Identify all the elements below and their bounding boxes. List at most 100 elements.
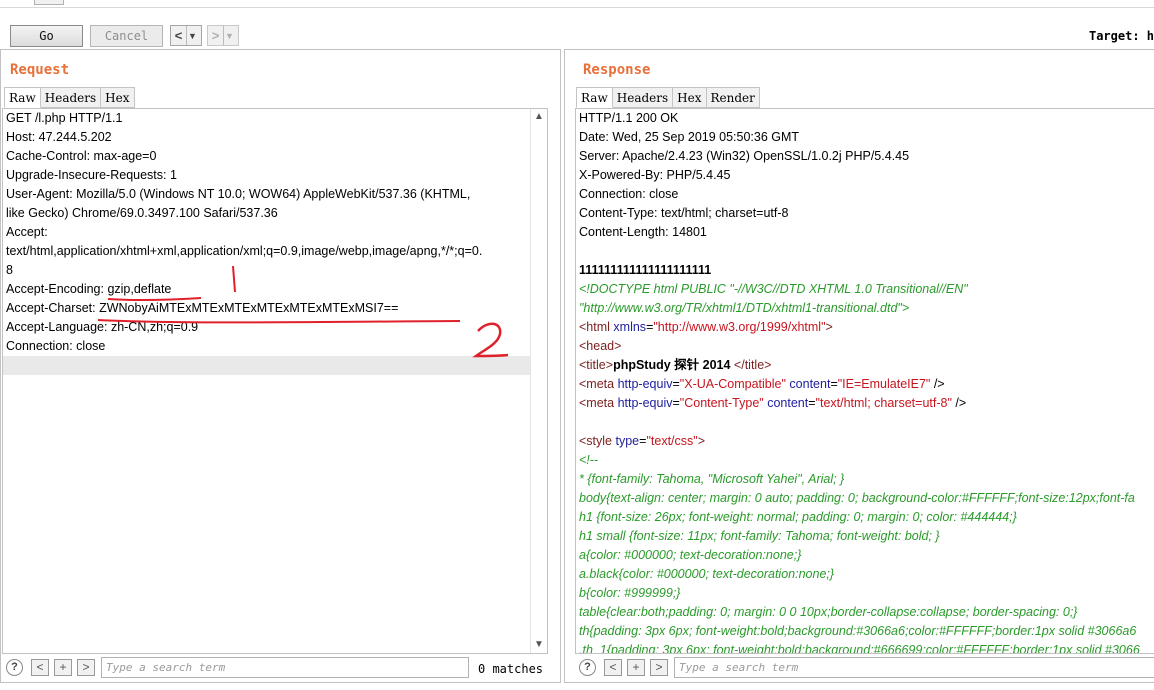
meta-attr: http-equiv [617,377,673,391]
response-header-line: Connection: close [579,187,679,201]
response-tab-raw[interactable]: Raw [576,87,613,108]
response-tab-render[interactable]: Render [706,87,760,108]
request-line[interactable]: Upgrade-Insecure-Requests: 1 [3,166,547,185]
style-val: "text/css" [646,434,698,448]
request-line[interactable]: Host: 47.244.5.202 [3,128,547,147]
response-editor[interactable]: HTTP/1.1 200 OK Date: Wed, 25 Sep 2019 0… [575,108,1154,654]
response-tab-hex[interactable]: Hex [673,87,707,108]
request-line[interactable]: GET /l.php HTTP/1.1 [3,109,547,128]
search-input[interactable]: Type a search term [101,657,469,678]
meta-attr: content [767,396,809,410]
search-prev-button[interactable]: < [31,659,49,676]
meta-val: "IE=EmulateIE7" [837,377,931,391]
html-attr: xmlns [613,320,647,334]
response-doctype-line: "http://www.w3.org/TR/xhtml1/DTD/xhtml1-… [579,301,910,315]
request-line[interactable]: Cache-Control: max-age=0 [3,147,547,166]
request-line[interactable]: Connection: close [3,337,547,356]
meta-open-tag: <meta [579,396,615,410]
search-next-button[interactable]: > [650,659,668,676]
request-editor[interactable]: GET /l.php HTTP/1.1 Host: 47.244.5.202 C… [2,108,548,654]
response-header-line: Content-Type: text/html; charset=utf-8 [579,206,789,220]
response-tabs: Raw Headers Hex Render [576,87,760,108]
response-header-line: X-Powered-By: PHP/5.4.45 [579,168,731,182]
meta-val: "text/html; charset=utf-8" [815,396,952,410]
meta-close: /> [951,396,967,410]
response-css-line: a{color: #000000; text-decoration:none;} [579,548,802,562]
request-tab-raw[interactable]: Raw [4,87,41,108]
request-line[interactable]: Accept: [3,223,547,242]
response-meta-line: <meta http-equiv="X-UA-Compatible" conte… [579,377,945,391]
response-meta-line: <meta http-equiv="Content-Type" content=… [579,396,967,410]
forward-button[interactable]: > ▼ [207,25,239,46]
html-tag-close: > [825,320,833,334]
request-line-cursor[interactable] [3,356,547,375]
search-prev-button[interactable]: < [604,659,622,676]
request-line[interactable]: User-Agent: Mozilla/5.0 (Windows NT 10.0… [3,185,547,204]
search-add-button[interactable]: + [54,659,72,676]
request-line[interactable]: text/html,application/xhtml+xml,applicat… [3,242,547,261]
meta-open-tag: <meta [579,377,615,391]
meta-val: "X-UA-Compatible" [679,377,786,391]
forward-arrow-icon: > [211,28,220,43]
meta-attr: http-equiv [617,396,673,410]
request-line[interactable]: Accept-Language: zh-CN,zh;q=0.9 [3,318,547,337]
response-html-line: <html xmlns="http://www.w3.org/1999/xhtm… [576,318,1154,337]
response-css-line: h1 {font-size: 26px; font-weight: normal… [579,510,1017,524]
request-tab-headers[interactable]: Headers [40,87,102,108]
title-text: phpStudy 探针 2014 [613,358,734,372]
meta-close: /> [930,377,945,391]
html-attr-val: "http://www.w3.org/1999/xhtml" [653,320,826,334]
style-attr: type [615,434,640,448]
request-search-bar: ? < + > Type a search term 0 matches [1,652,560,682]
meta-val: "Content-Type" [679,396,764,410]
response-css-line: <!-- [579,453,599,467]
response-panel: Response Raw Headers Hex Render HTTP/1.1… [564,49,1154,683]
response-search-bar: ? < + > Type a search term [565,652,1154,682]
request-tabs: Raw Headers Hex [4,87,135,108]
request-line-accept-charset[interactable]: Accept-Charset: ZWNobyAiMTExMTExMTExMTEx… [3,299,547,318]
response-css-line: b{color: #999999;} [579,586,681,600]
scroll-down-icon[interactable]: ▼ [531,637,547,653]
response-css-line: table{clear:both;padding: 0; margin: 0 0… [579,605,1078,619]
response-doctype-line: <!DOCTYPE html PUBLIC "-//W3C//DTD XHTML… [579,282,968,296]
cancel-button[interactable]: Cancel [90,25,163,47]
back-dropdown-icon[interactable]: ▼ [186,26,198,45]
search-matches: 0 matches [478,662,544,676]
request-line[interactable]: like Gecko) Chrome/69.0.3497.100 Safari/… [3,204,547,223]
style-close: > [697,434,706,448]
search-add-button[interactable]: + [627,659,645,676]
request-tab-hex[interactable]: Hex [101,87,135,108]
toolbar: Go Cancel < ▼ > ▼ Target: h [0,8,1154,50]
response-title: Response [583,62,651,78]
style-open-tag: <style [579,434,613,448]
response-style-line: <style type="text/css"> [579,434,706,448]
response-tab-headers[interactable]: Headers [612,87,674,108]
request-scrollbar[interactable]: ▲ ▼ [530,109,547,653]
response-blank-line [576,242,1154,261]
request-line[interactable]: 8 [3,261,547,280]
back-arrow-icon: < [174,28,183,43]
response-css-line: th{padding: 3px 6px; font-weight:bold;ba… [579,624,1137,638]
response-header-line: HTTP/1.1 200 OK [579,111,679,125]
top-tab-strip [0,0,1154,8]
request-line-accept-encoding[interactable]: Accept-Encoding: gzip,deflate [3,280,547,299]
top-tab-stub[interactable] [34,0,64,5]
help-icon[interactable]: ? [579,659,596,676]
back-button[interactable]: < ▼ [170,25,202,46]
response-header-line: Date: Wed, 25 Sep 2019 05:50:36 GMT [579,130,800,144]
forward-dropdown-icon[interactable]: ▼ [223,26,235,45]
response-head-line: <head> [579,339,622,353]
meta-attr: content [789,377,831,391]
search-input[interactable]: Type a search term [674,657,1154,678]
response-css-line: body{text-align: center; margin: 0 auto;… [579,491,1135,505]
title-open-tag: <title> [579,358,614,372]
response-header-line: Content-Length: 14801 [579,225,707,239]
search-next-button[interactable]: > [77,659,95,676]
request-title: Request [10,62,70,78]
scroll-up-icon[interactable]: ▲ [531,109,547,125]
help-icon[interactable]: ? [6,659,23,676]
html-tag-open: <html [579,320,610,334]
go-button[interactable]: Go [10,25,83,47]
target-label[interactable]: Target: h [1089,29,1154,43]
request-panel: Request Raw Headers Hex GET /l.php HTTP/… [0,49,561,683]
